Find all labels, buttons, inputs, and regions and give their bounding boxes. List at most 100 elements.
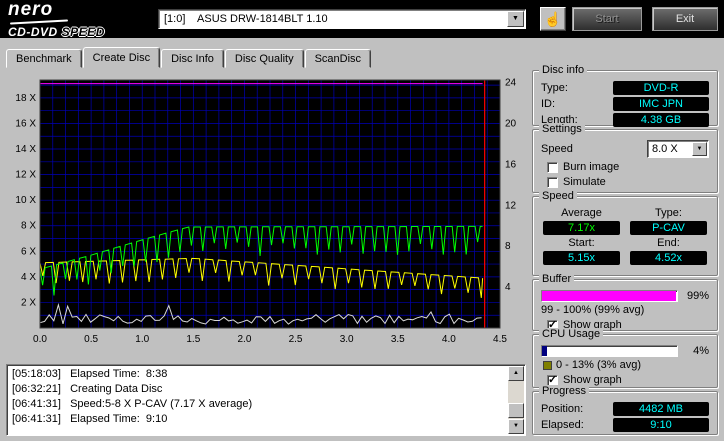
type-value: P-CAV (630, 221, 707, 235)
hand-icon: ☝ (544, 11, 561, 27)
svg-text:12: 12 (505, 200, 517, 211)
scroll-down-button[interactable]: ▼ (508, 419, 524, 434)
group-title: Disc info (539, 64, 587, 77)
cpu-percent: 4% (683, 345, 709, 357)
log-lines: [05:18:03] Elapsed Time: 8:38 [06:32:21]… (9, 367, 507, 433)
logo-text-cddvdspeed: CD-DVDSPEED (8, 24, 105, 41)
disc-type-value: DVD-R (613, 81, 709, 95)
svg-text:16: 16 (505, 159, 517, 170)
group-title: CPU Usage (539, 328, 603, 341)
logo-text-nero: nero (8, 0, 53, 20)
svg-text:1.5: 1.5 (186, 334, 200, 345)
svg-text:2.5: 2.5 (289, 334, 303, 345)
burn-image-label: Burn image (563, 161, 619, 173)
buffer-percent: 99% (683, 290, 709, 302)
header-bar: nero CD-DVDSPEED [1:0] ASUS DRW-1814BLT … (0, 0, 724, 38)
cpu-bar-fill (542, 346, 547, 356)
disc-id-value: IMC JPN (613, 97, 709, 111)
position-value: 4482 MB (613, 402, 709, 416)
disc-id-label: ID: (541, 98, 613, 110)
svg-text:1.0: 1.0 (135, 334, 149, 345)
start-speed-value: 5.15x (543, 251, 620, 265)
nero-logo: nero CD-DVDSPEED (8, 1, 105, 41)
tab-disc-quality[interactable]: Disc Quality (225, 49, 304, 68)
log-line: [06:32:21] Creating Data Disc (9, 382, 507, 397)
tab-bar: Benchmark Create Disc Disc Info Disc Qua… (6, 47, 372, 68)
exit-button[interactable]: Exit (652, 7, 718, 31)
buffer-range: 99 - 100% (99% avg) (541, 304, 644, 316)
svg-text:24: 24 (505, 78, 517, 89)
speed-setting-label: Speed (541, 143, 647, 155)
svg-text:4 X: 4 X (21, 272, 36, 283)
svg-text:10 X: 10 X (15, 195, 36, 206)
svg-text:12 X: 12 X (15, 170, 36, 181)
drive-select-value: [1:0] ASUS DRW-1814BLT 1.10 (159, 10, 525, 28)
arrow-down-icon: ▼ (513, 423, 519, 429)
arrow-up-icon: ▲ (513, 370, 519, 376)
hand-pointer-button[interactable]: ☝ (540, 7, 566, 31)
svg-text:4.0: 4.0 (442, 334, 456, 345)
scrollbar-thumb[interactable] (508, 403, 524, 418)
group-title: Settings (539, 123, 585, 136)
speed-chart: 2 X4 X6 X8 X10 X12 X14 X16 X18 X48121620… (6, 72, 526, 356)
chevron-down-icon: ▼ (512, 15, 519, 22)
right-panel: Disc info Type:DVD-R ID:IMC JPN Length:4… (532, 70, 718, 438)
average-value: 7.17x (543, 221, 620, 235)
tab-create-disc[interactable]: Create Disc (83, 47, 160, 68)
end-speed-label: End: (630, 237, 707, 249)
log-line: [05:18:03] Elapsed Time: 8:38 (9, 367, 507, 382)
svg-text:16 X: 16 X (15, 119, 36, 130)
elapsed-label: Elapsed: (541, 419, 613, 431)
log-scrollbar[interactable]: ▲ ▼ (508, 366, 524, 434)
log-line: [06:41:31] Elapsed Time: 9:10 (9, 412, 507, 427)
end-speed-value: 4.52x (630, 251, 707, 265)
disc-length-value: 4.38 GB (613, 113, 709, 127)
buffer-bar (541, 290, 678, 302)
start-button[interactable]: Start (572, 7, 642, 31)
svg-text:3.5: 3.5 (391, 334, 405, 345)
cpu-range: 0 - 13% (3% avg) (556, 359, 641, 371)
settings-group: Settings Speed 8.0 X ▼ Burn image Simula… (532, 129, 718, 193)
svg-text:4.5: 4.5 (493, 334, 507, 345)
log-line: [06:41:31] Speed:5-8 X P-CAV (7.17 X ave… (9, 397, 507, 412)
svg-text:6 X: 6 X (21, 246, 36, 257)
cpu-show-graph-checkbox[interactable] (547, 375, 558, 386)
cpu-color-swatch (543, 361, 552, 370)
scroll-up-button[interactable]: ▲ (508, 366, 524, 381)
elapsed-value: 9:10 (613, 418, 709, 432)
cpu-usage-group: CPU Usage 4% 0 - 13% (3% avg) Show graph (532, 334, 718, 388)
svg-text:3.0: 3.0 (340, 334, 354, 345)
chevron-down-icon: ▼ (697, 146, 703, 152)
progress-group: Progress Position:4482 MB Elapsed:9:10 (532, 391, 718, 435)
svg-text:2 X: 2 X (21, 297, 36, 308)
burn-image-checkbox[interactable] (547, 162, 558, 173)
simulate-label: Simulate (563, 176, 606, 188)
app-window: nero CD-DVDSPEED [1:0] ASUS DRW-1814BLT … (0, 0, 724, 441)
drive-select[interactable]: [1:0] ASUS DRW-1814BLT 1.10 ▼ (158, 9, 526, 29)
svg-text:20: 20 (505, 119, 517, 130)
svg-text:14 X: 14 X (15, 144, 36, 155)
svg-text:18 X: 18 X (15, 93, 36, 104)
start-speed-label: Start: (543, 237, 620, 249)
log-panel: [05:18:03] Elapsed Time: 8:38 [06:32:21]… (6, 364, 526, 436)
disc-type-label: Type: (541, 82, 613, 94)
speed-group: Speed Average Type: 7.17x P-CAV Start: E… (532, 196, 718, 276)
group-title: Progress (539, 385, 589, 398)
speed-select[interactable]: 8.0 X ▼ (647, 140, 709, 158)
svg-text:0.0: 0.0 (33, 334, 47, 345)
buffer-bar-fill (542, 291, 676, 301)
svg-text:0.5: 0.5 (84, 334, 98, 345)
group-title: Speed (539, 190, 577, 203)
tab-disc-info[interactable]: Disc Info (161, 49, 224, 68)
drive-select-arrow[interactable]: ▼ (507, 11, 524, 27)
svg-text:8: 8 (505, 241, 511, 252)
group-title: Buffer (539, 273, 574, 286)
tab-benchmark[interactable]: Benchmark (6, 49, 82, 68)
simulate-checkbox[interactable] (547, 177, 558, 188)
buffer-group: Buffer 99% 99 - 100% (99% avg) Show grap… (532, 279, 718, 331)
svg-text:8 X: 8 X (21, 221, 36, 232)
disc-info-group: Disc info Type:DVD-R ID:IMC JPN Length:4… (532, 70, 718, 126)
tab-scandisc[interactable]: ScanDisc (305, 49, 371, 68)
speed-select-arrow[interactable]: ▼ (692, 142, 707, 156)
svg-text:2.0: 2.0 (237, 334, 251, 345)
